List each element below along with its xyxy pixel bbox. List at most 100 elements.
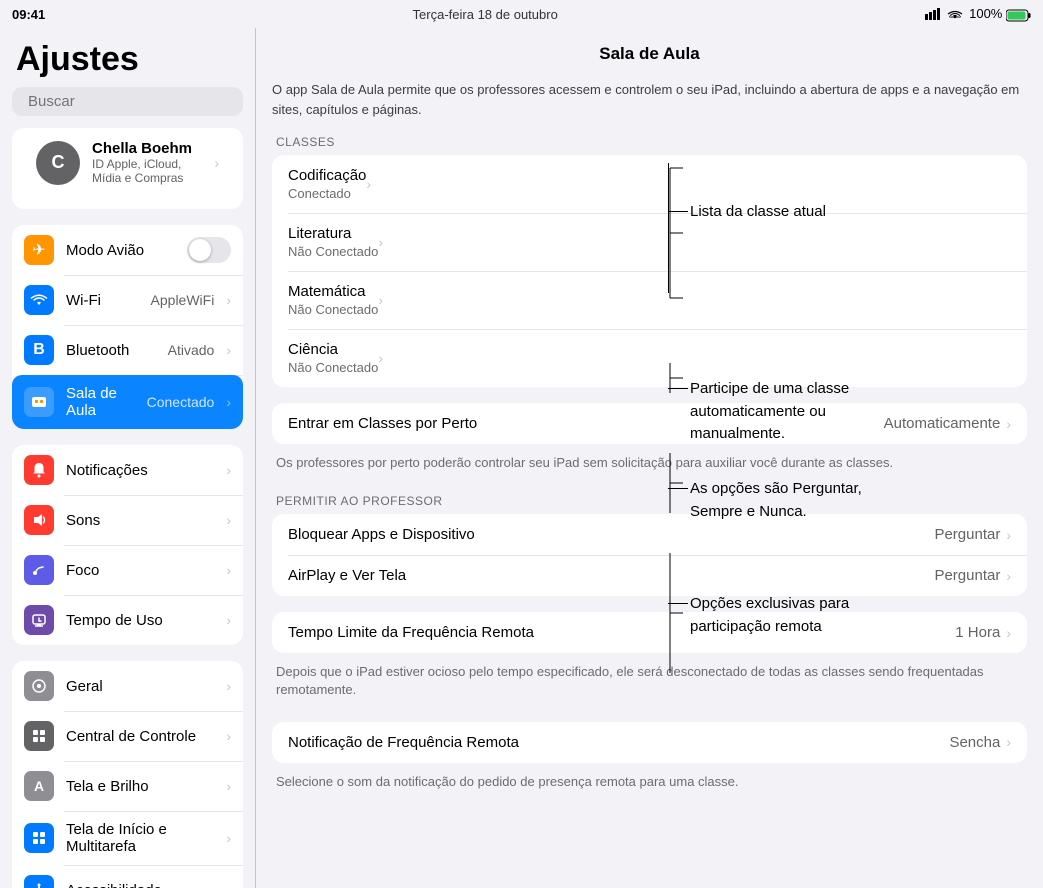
sidebar-item-label: Geral xyxy=(66,678,214,695)
permit-value: Perguntar xyxy=(934,567,1000,584)
control-center-icon xyxy=(24,721,54,751)
chevron-icon: › xyxy=(378,350,383,366)
avatar: C xyxy=(36,141,80,185)
battery-indicator: 100% xyxy=(969,6,1031,21)
sidebar-item-wifi[interactable]: Wi-Fi AppleWiFi › xyxy=(12,275,243,325)
chevron-icon: › xyxy=(226,462,231,478)
class-status: Não Conectado xyxy=(288,302,378,317)
sidebar-item-general[interactable]: Geral › xyxy=(12,661,243,711)
wifi-icon xyxy=(24,285,54,315)
class-status: Não Conectado xyxy=(288,244,378,259)
class-row-ciencia[interactable]: Ciência Não Conectado › xyxy=(272,329,1027,387)
notification-value: Sencha xyxy=(949,734,1000,751)
join-classes-row[interactable]: Entrar em Classes por Perto Automaticame… xyxy=(272,403,1027,444)
sidebar-item-control-center[interactable]: Central de Controle › xyxy=(12,711,243,761)
sidebar-item-airplane[interactable]: ✈ Modo Avião xyxy=(12,225,243,275)
airplane-icon: ✈ xyxy=(24,235,54,265)
focus-icon xyxy=(24,555,54,585)
class-status: Conectado xyxy=(288,186,366,201)
notification-label: Notificação de Frequência Remota xyxy=(288,734,949,751)
system-section: Geral › Central de Controle › xyxy=(12,661,243,888)
chevron-icon: › xyxy=(378,234,383,250)
join-note: Os professores por perto poderão control… xyxy=(272,448,1027,478)
permit-row-airplay[interactable]: AirPlay e Ver Tela Perguntar › xyxy=(272,555,1027,596)
account-group: C Chella Boehm ID Apple, iCloud, Mídia e… xyxy=(12,128,243,209)
sidebar-item-label: Foco xyxy=(66,562,214,579)
sidebar-item-label: Modo Avião xyxy=(66,242,175,259)
classroom-value: Conectado xyxy=(147,394,215,410)
join-value: Automaticamente xyxy=(884,415,1001,432)
sidebar-item-sounds[interactable]: Sons › xyxy=(12,495,243,545)
join-label: Entrar em Classes por Perto xyxy=(288,415,884,432)
status-bar: 09:41 Terça-feira 18 de outubro 100% xyxy=(0,0,1043,28)
sidebar-item-label: Tela de Início e Multitarefa xyxy=(66,821,214,855)
class-name: Matemática xyxy=(288,283,378,300)
wifi-value: AppleWiFi xyxy=(151,292,215,308)
content-area: Sala de Aula O app Sala de Aula permite … xyxy=(255,28,1043,888)
intro-text: O app Sala de Aula permite que os profes… xyxy=(272,80,1027,119)
permit-group: Bloquear Apps e Dispositivo Perguntar › … xyxy=(272,514,1027,596)
account-name: Chella Boehm xyxy=(92,140,202,157)
permit-row-blockaps[interactable]: Bloquear Apps e Dispositivo Perguntar › xyxy=(272,514,1027,555)
sidebar-item-accessibility[interactable]: Acessibilidade › xyxy=(12,865,243,888)
search-input[interactable] xyxy=(28,93,227,110)
class-row-literatura[interactable]: Literatura Não Conectado › xyxy=(272,213,1027,271)
class-name: Ciência xyxy=(288,341,378,358)
class-row-codificacao[interactable]: Codificação Conectado › xyxy=(272,155,1027,213)
status-date: Terça-feira 18 de outubro xyxy=(413,7,558,22)
status-indicators: 100% xyxy=(925,6,1031,21)
class-row-matematica[interactable]: Matemática Não Conectado › xyxy=(272,271,1027,329)
chevron-icon: › xyxy=(226,778,231,794)
notifications-icon xyxy=(24,455,54,485)
sidebar-item-homescreen[interactable]: Tela de Início e Multitarefa › xyxy=(12,811,243,865)
class-name: Literatura xyxy=(288,225,378,242)
sidebar-item-label: Sala de Aula xyxy=(66,385,135,419)
chevron-icon: › xyxy=(226,342,231,358)
signal-icon xyxy=(925,8,941,20)
account-info: Chella Boehm ID Apple, iCloud, Mídia e C… xyxy=(92,140,202,185)
remote-notification-row[interactable]: Notificação de Frequência Remota Sencha … xyxy=(272,722,1027,763)
sidebar-item-notifications[interactable]: Notificações › xyxy=(12,445,243,495)
sidebar-item-focus[interactable]: Foco › xyxy=(12,545,243,595)
homescreen-icon xyxy=(24,823,54,853)
remote-time-row[interactable]: Tempo Limite da Frequência Remota 1 Hora… xyxy=(272,612,1027,653)
permit-label: Bloquear Apps e Dispositivo xyxy=(288,526,934,543)
status-time: 09:41 xyxy=(12,7,45,22)
chevron-icon: › xyxy=(226,830,231,846)
chevron-icon: › xyxy=(226,512,231,528)
airplane-toggle[interactable] xyxy=(187,237,231,263)
content-body: O app Sala de Aula permite que os profes… xyxy=(256,80,1043,829)
account-row[interactable]: C Chella Boehm ID Apple, iCloud, Mídia e… xyxy=(24,128,231,197)
sidebar-item-display[interactable]: A Tela e Brilho › xyxy=(12,761,243,811)
connectivity-section: ✈ Modo Avião Wi-Fi xyxy=(12,225,243,429)
chevron-icon: › xyxy=(226,562,231,578)
chevron-icon: › xyxy=(1006,416,1011,432)
sidebar-item-label: Wi-Fi xyxy=(66,292,139,309)
sidebar-item-label: Sons xyxy=(66,512,214,529)
remote-time-note: Depois que o iPad estiver ocioso pelo te… xyxy=(272,657,1027,705)
sidebar-item-classroom[interactable]: Sala de Aula Conectado › xyxy=(12,375,243,429)
search-bar[interactable] xyxy=(12,87,243,116)
connectivity-group: ✈ Modo Avião Wi-Fi xyxy=(12,225,243,429)
bluetooth-value: Ativado xyxy=(168,342,215,358)
class-status: Não Conectado xyxy=(288,360,378,375)
accessibility-icon xyxy=(24,875,54,888)
sidebar-item-bluetooth[interactable]: B Bluetooth Ativado › xyxy=(12,325,243,375)
classroom-icon xyxy=(24,387,54,417)
sidebar-item-label: Tela e Brilho xyxy=(66,778,214,795)
sidebar-item-screentime[interactable]: Tempo de Uso › xyxy=(12,595,243,645)
notification-note: Selecione o som da notificação do pedido… xyxy=(272,767,1027,797)
chevron-icon: › xyxy=(226,882,231,888)
permit-section-label: PERMITIR AO PROFESSOR xyxy=(272,494,1027,508)
chevron-icon: › xyxy=(1006,568,1011,584)
permit-label: AirPlay e Ver Tela xyxy=(288,567,934,584)
chevron-icon: › xyxy=(226,292,231,308)
join-classes-group: Entrar em Classes por Perto Automaticame… xyxy=(272,403,1027,444)
remote-time-label: Tempo Limite da Frequência Remota xyxy=(288,624,955,641)
chevron-icon: › xyxy=(1006,734,1011,750)
chevron-icon: › xyxy=(378,292,383,308)
bluetooth-icon: B xyxy=(24,335,54,365)
screentime-icon xyxy=(24,605,54,635)
sidebar-title: Ajustes xyxy=(0,28,255,87)
remote-notification-group: Notificação de Frequência Remota Sencha … xyxy=(272,722,1027,763)
